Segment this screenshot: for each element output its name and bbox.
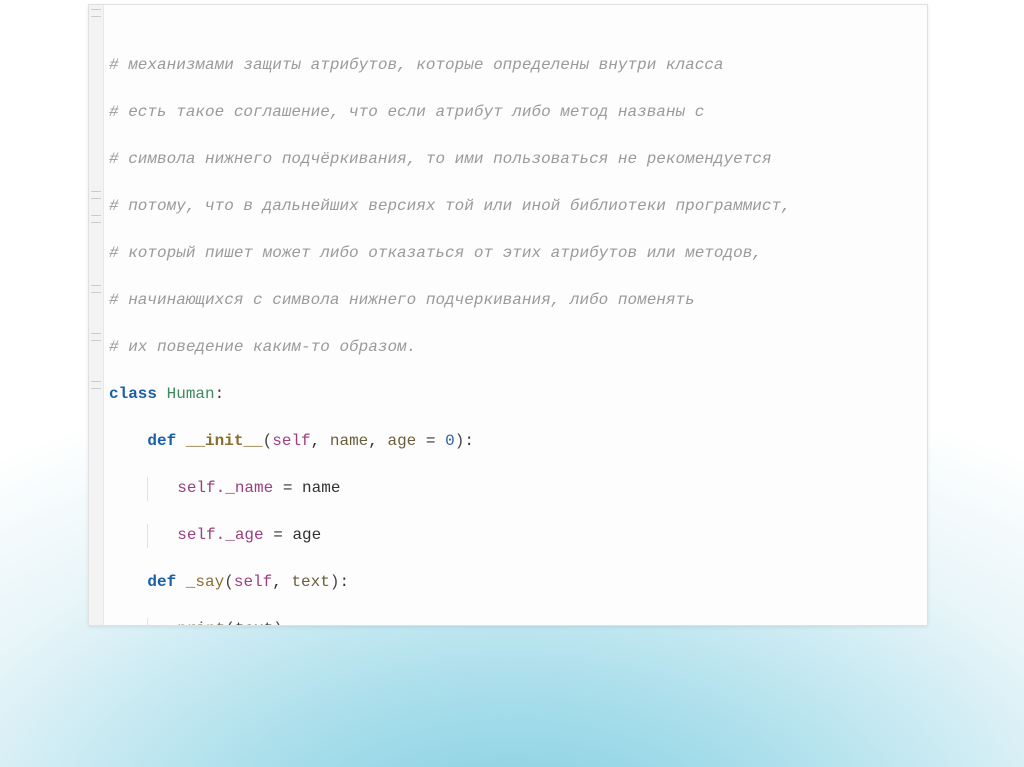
comment: # символа нижнего подчёркивания, то ими … [109,150,772,168]
code-line: print(text) [109,618,923,626]
code-line: # символа нижнего подчёркивания, то ими … [109,148,923,172]
comment: # начинающихся с символа нижнего подчерк… [109,291,695,309]
method-say: _say [186,573,224,591]
code-line: # механизмами защиты атрибутов, которые … [109,54,923,78]
code-line: # который пишет может либо отказаться от… [109,242,923,266]
code-line: # есть такое соглашение, что если атрибу… [109,101,923,125]
keyword-def: def [147,432,176,450]
code-line: # начинающихся с символа нижнего подчерк… [109,289,923,313]
code-editor: # механизмами защиты атрибутов, которые … [88,4,928,626]
code-line: self._age = age [109,524,923,548]
code-line: class Human: [109,383,923,407]
keyword-class: class [109,385,157,403]
class-name: Human [167,385,215,403]
comment: # потому, что в дальнейших версиях той и… [109,197,791,215]
comment: # есть такое соглашение, что если атрибу… [109,103,704,121]
editor-gutter [89,5,104,625]
code-line: self._name = name [109,477,923,501]
method-init: __init__ [186,432,263,450]
code-line: def _say(self, text): [109,571,923,595]
code-content[interactable]: # механизмами защиты атрибутов, которые … [109,7,923,626]
code-line: # их поведение каким-то образом. [109,336,923,360]
code-line: def __init__(self, name, age = 0): [109,430,923,454]
comment: # их поведение каким-то образом. [109,338,416,356]
slide-background: # механизмами защиты атрибутов, которые … [0,0,1024,767]
code-line: # потому, что в дальнейших версиях той и… [109,195,923,219]
comment: # механизмами защиты атрибутов, которые … [109,56,724,74]
comment: # который пишет может либо отказаться от… [109,244,762,262]
